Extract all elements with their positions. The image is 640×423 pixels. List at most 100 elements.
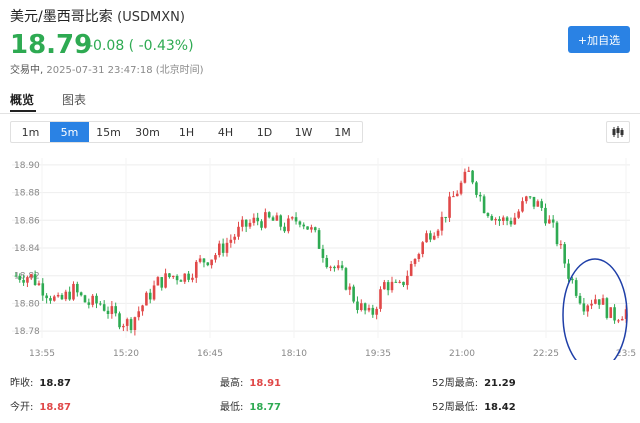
candle-body [160,277,164,288]
y-tick-label: 18.78 [14,327,40,337]
candle-body [574,280,578,296]
candle-body [187,273,190,280]
candle-body [594,299,597,304]
trading-status: 交易中, 2025-07-31 23:47:18 (北京时间) [10,61,204,76]
period-30m[interactable]: 30m [128,122,167,142]
candle-body [571,278,574,281]
candle-body [383,282,386,290]
candle-body [482,196,486,214]
candle-body [421,242,424,255]
period-4h[interactable]: 4H [206,122,245,142]
add-watchlist-button[interactable]: +加自选 [568,26,630,53]
period-1m[interactable]: 1m [11,122,50,142]
candle-body [83,295,87,303]
x-tick-label: 21:00 [449,349,475,359]
candle-body [333,266,336,269]
candle-body [102,304,106,311]
prev-close-label: 昨收: [10,378,34,389]
candle-body [402,281,405,286]
instrument-title: 美元/墨西哥比索 (USDMXN) [10,6,185,26]
candle-body [452,196,455,198]
period-15m[interactable]: 15m [89,122,128,142]
period-1d[interactable]: 1D [245,122,284,142]
candle-body [336,265,340,269]
candle-body [586,305,590,312]
tab-bar: 概览 图表 [0,88,640,114]
price-chart[interactable]: 18.90 18.88 18.86 18.84 18.82 18.80 18.78 13:55… [0,150,640,372]
candle-body [605,298,609,318]
candle-body [409,263,413,276]
stat-52w-low: 52周最低: 18.42 [432,398,516,413]
status-text: 交易中, [10,65,44,76]
candle-body [229,239,233,243]
period-1w[interactable]: 1W [284,122,323,142]
candle-body [183,273,187,282]
candle-body [590,303,593,306]
open-value: 18.87 [39,402,72,413]
x-tick-label: 15:20 [113,349,139,359]
candle-body [133,317,137,330]
y-tick-label: 18.88 [14,189,40,199]
candle-body [125,319,129,326]
candle-body [29,274,33,278]
tab-chart[interactable]: 图表 [62,91,86,108]
candle-body [363,303,367,311]
candle-body [540,201,543,208]
candle-body [306,226,309,230]
candle-body [52,296,56,301]
candle-body [179,280,183,282]
candle-body [60,294,64,300]
candle-body [463,171,467,183]
candle-body [302,224,306,227]
candle-body [601,298,605,305]
period-1mo[interactable]: 1M [323,122,362,142]
candle-body [329,266,332,268]
last-price: 18.79 [10,30,93,60]
x-tick-label: 22:25 [533,349,559,359]
candle-body [525,196,528,202]
candle-body [375,308,378,315]
period-selector: 1m 5m 15m 30m 1H 4H 1D 1W 1M [10,121,363,143]
candle-body [317,230,321,249]
timestamp: 2025-07-31 23:47:18 (北京时间) [46,65,204,76]
candle-body [237,226,240,237]
period-5m[interactable]: 5m [50,122,89,142]
candle-body [22,279,25,283]
candle-body [551,219,555,223]
candle-body [563,244,566,264]
instrument-symbol: (USDMXN) [117,10,185,25]
candle-body [390,281,394,291]
candle-body [555,222,559,245]
candle-body [359,303,363,311]
candle-body [478,194,482,197]
w52-high-value: 21.29 [484,378,516,389]
candle-body [609,307,613,318]
candle-body [494,219,497,221]
candle-body [425,233,428,243]
candle-body [467,170,471,172]
prev-close-value: 18.87 [39,378,72,389]
instrument-name: 美元/墨西哥比索 [10,9,113,25]
candle-body [578,295,582,304]
candle-body [498,219,501,221]
candle-body [348,286,352,290]
candle-body [321,248,325,258]
period-1h[interactable]: 1H [167,122,206,142]
stat-low: 最低: 18.77 [220,398,281,413]
candle-body [436,230,440,236]
candle-body [313,227,317,231]
candle-body [444,216,448,218]
candle-body [210,259,213,266]
candle-body [164,273,167,288]
candle-body [56,294,60,297]
candle-body [521,201,524,212]
stat-high: 最高: 18.91 [220,374,281,389]
candle-body [26,277,29,283]
x-tick-label: 13:55 [29,349,55,359]
tab-overview[interactable]: 概览 [10,91,34,108]
candle-body [33,274,37,285]
chart-type-button[interactable] [606,121,630,143]
candle-body [617,320,620,322]
active-tab-indicator [10,110,36,112]
candle-body [218,243,221,256]
